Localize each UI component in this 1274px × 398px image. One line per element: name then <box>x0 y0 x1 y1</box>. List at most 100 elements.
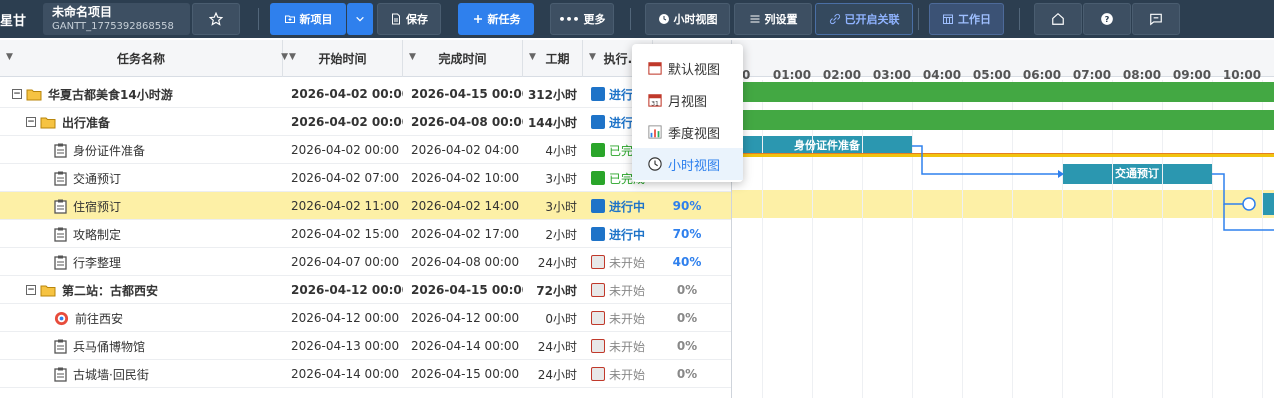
clock-icon <box>658 14 669 24</box>
task-start[interactable]: 2026-04-14 00:00 <box>291 360 403 388</box>
task-duration[interactable]: 72小时 <box>523 276 577 304</box>
task-name-cell[interactable]: 交通预订 <box>40 164 283 192</box>
collapse-toggle-icon[interactable]: − <box>12 89 22 99</box>
task-name-cell[interactable]: − 出行准备 <box>26 108 283 136</box>
column-header-end[interactable]: ▼ 完成时间 <box>403 40 523 77</box>
view-menu-item[interactable]: 季度视图 <box>632 116 743 148</box>
separator <box>1019 8 1020 30</box>
column-header-name[interactable]: ▼ 任务名称 ▼ <box>0 40 288 77</box>
task-name-cell[interactable]: 前往西安 <box>40 304 283 332</box>
task-duration[interactable]: 0小时 <box>523 304 577 332</box>
table-row[interactable]: 住宿预订 2026-04-02 11:00 2026-04-02 14:00 3小时 进… <box>0 192 731 220</box>
task-duration[interactable]: 24小时 <box>523 248 577 276</box>
collapse-toggle-icon[interactable]: − <box>26 117 36 127</box>
task-start[interactable]: 2026-04-07 00:00 <box>291 248 403 276</box>
new-task-button[interactable]: 新任务 <box>458 3 534 35</box>
task-duration[interactable]: 4小时 <box>523 136 577 164</box>
filter-icon[interactable]: ▼ <box>289 52 296 62</box>
task-name: 第二站：古都西安 <box>62 283 159 298</box>
task-end[interactable]: 2026-04-02 17:00 <box>411 220 523 248</box>
table-row[interactable]: − 第二站：古都西安 2026-04-12 00:00 2026-04-15 00:0… <box>0 276 731 304</box>
task-name-cell[interactable]: 住宿预订 <box>40 192 283 220</box>
table-row[interactable]: 攻略制定 2026-04-02 15:00 2026-04-02 17:00 2小时 进… <box>0 220 731 248</box>
target-icon <box>54 311 69 325</box>
task-name-cell[interactable]: 兵马俑博物馆 <box>40 332 283 360</box>
more-button[interactable]: ••• 更多 <box>550 3 614 35</box>
table-row[interactable]: 前往西安 2026-04-12 00:00 2026-04-12 00:00 0小时未… <box>0 304 731 332</box>
task-start[interactable]: 2026-04-02 15:00 <box>291 220 403 248</box>
task-duration[interactable]: 2小时 <box>523 220 577 248</box>
task-status[interactable]: 未开始 <box>591 276 653 304</box>
task-name-cell[interactable]: 身份证件准备 <box>40 136 283 164</box>
table-row[interactable]: 兵马俑博物馆 2026-04-13 00:00 2026-04-14 00:00 24… <box>0 332 731 360</box>
task-duration[interactable]: 24小时 <box>523 360 577 388</box>
view-menu-item[interactable]: 默认视图 <box>632 52 743 84</box>
task-duration[interactable]: 24小时 <box>523 332 577 360</box>
task-end[interactable]: 2026-04-15 00:00 <box>411 80 523 108</box>
new-project-label: 新项目 <box>299 13 333 26</box>
task-status[interactable]: 进行中 <box>591 192 653 220</box>
status-label: 未开始 <box>609 311 646 326</box>
home-button[interactable] <box>1034 3 1082 35</box>
filter-icon[interactable]: ▼ <box>529 52 536 62</box>
table-row[interactable]: − 华夏古都美食14小时游 2026-04-02 00:00 2026-04-15 0… <box>0 80 731 108</box>
task-status[interactable]: 进行中 <box>591 220 653 248</box>
task-name-cell[interactable]: 攻略制定 <box>40 220 283 248</box>
help-button[interactable]: ? <box>1083 3 1131 35</box>
table-row[interactable]: − 出行准备 2026-04-02 00:00 2026-04-08 00:00 144… <box>0 108 731 136</box>
star-button[interactable] <box>192 3 240 35</box>
task-name-cell[interactable]: 行李整理 <box>40 248 283 276</box>
task-duration[interactable]: 3小时 <box>523 164 577 192</box>
task-end[interactable]: 2026-04-15 00:00 <box>411 276 523 304</box>
filter-icon[interactable]: ▼ <box>589 52 596 62</box>
table-row[interactable]: 交通预订 2026-04-02 07:00 2026-04-02 10:00 3小时已… <box>0 164 731 192</box>
task-name-cell[interactable]: − 华夏古都美食14小时游 <box>12 80 283 108</box>
view-menu-item[interactable]: 小时视图 <box>632 148 743 180</box>
task-status[interactable]: 未开始 <box>591 360 653 388</box>
task-end[interactable]: 2026-04-14 00:00 <box>411 332 523 360</box>
task-start[interactable]: 2026-04-02 07:00 <box>291 164 403 192</box>
task-duration[interactable]: 144小时 <box>523 108 577 136</box>
task-end[interactable]: 2026-04-15 00:00 <box>411 360 523 388</box>
new-project-dropdown[interactable] <box>347 3 373 35</box>
task-name-cell[interactable]: − 第二站：古都西安 <box>26 276 283 304</box>
column-header-start[interactable]: ▼ 开始时间 <box>283 40 403 77</box>
task-start[interactable]: 2026-04-02 00:00 <box>291 136 403 164</box>
link-toggle-button[interactable]: 已开启关联 <box>815 3 913 35</box>
task-status[interactable]: 未开始 <box>591 332 653 360</box>
table-row[interactable]: 身份证件准备 2026-04-02 00:00 2026-04-02 04:00 4小… <box>0 136 731 164</box>
column-settings-button[interactable]: 列设置 <box>734 3 812 35</box>
table-row[interactable]: 行李整理 2026-04-07 00:00 2026-04-08 00:00 24小时… <box>0 248 731 276</box>
task-name: 前往西安 <box>75 311 124 326</box>
workday-button[interactable]: 工作日 <box>929 3 1004 35</box>
task-status[interactable]: 未开始 <box>591 304 653 332</box>
project-info[interactable]: 未命名项目 GANTT_1775392868558 <box>43 3 190 35</box>
task-end[interactable]: 2026-04-12 00:00 <box>411 304 523 332</box>
task-end[interactable]: 2026-04-02 14:00 <box>411 192 523 220</box>
hour-view-button[interactable]: 小时视图 <box>645 3 730 35</box>
task-start[interactable]: 2026-04-12 00:00 <box>291 276 403 304</box>
task-status[interactable]: 未开始 <box>591 248 653 276</box>
table-row[interactable]: 古城墙·回民街 2026-04-14 00:00 2026-04-15 00:00 2… <box>0 360 731 388</box>
task-end[interactable]: 2026-04-08 00:00 <box>411 108 523 136</box>
filter-icon[interactable]: ▼ <box>409 52 416 62</box>
task-start[interactable]: 2026-04-02 11:00 <box>291 192 403 220</box>
task-start[interactable]: 2026-04-02 00:00 <box>291 80 403 108</box>
status-icon <box>591 199 605 213</box>
collapse-toggle-icon[interactable]: − <box>26 285 36 295</box>
filter-icon[interactable]: ▼ <box>6 52 13 62</box>
task-duration[interactable]: 312小时 <box>523 80 577 108</box>
task-start[interactable]: 2026-04-02 00:00 <box>291 108 403 136</box>
save-button[interactable]: 保存 <box>377 3 441 35</box>
feedback-button[interactable] <box>1132 3 1180 35</box>
task-end[interactable]: 2026-04-08 00:00 <box>411 248 523 276</box>
view-menu-item[interactable]: 31 月视图 <box>632 84 743 116</box>
task-name-cell[interactable]: 古城墙·回民街 <box>40 360 283 388</box>
task-end[interactable]: 2026-04-02 10:00 <box>411 164 523 192</box>
new-project-button[interactable]: 新项目 <box>270 3 346 35</box>
task-end[interactable]: 2026-04-02 04:00 <box>411 136 523 164</box>
task-duration[interactable]: 3小时 <box>523 192 577 220</box>
task-start[interactable]: 2026-04-13 00:00 <box>291 332 403 360</box>
task-start[interactable]: 2026-04-12 00:00 <box>291 304 403 332</box>
column-header-duration[interactable]: ▼ 工期 <box>523 40 583 77</box>
